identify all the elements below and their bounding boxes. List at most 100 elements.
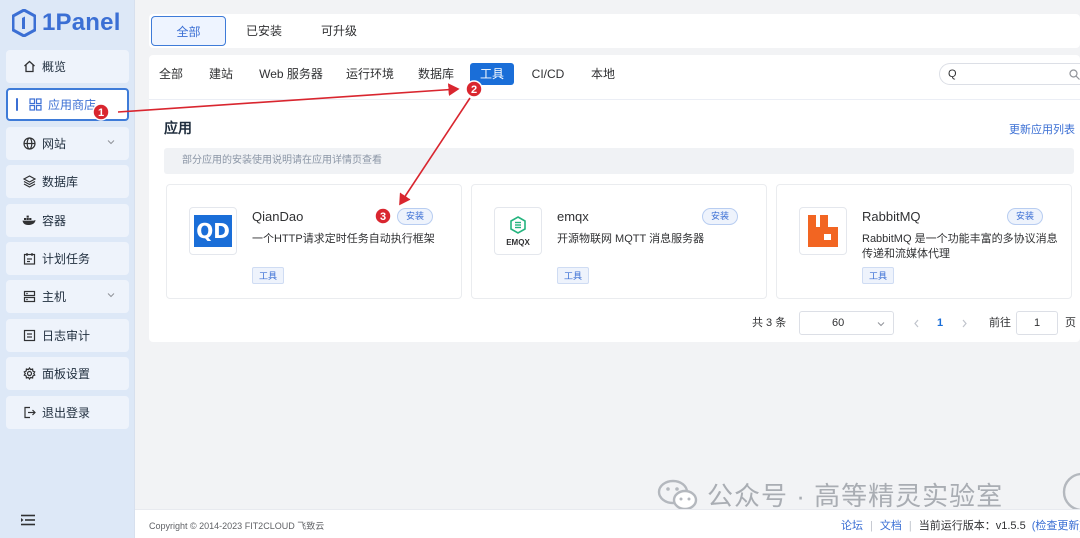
app-description: 一个HTTP请求定时任务自动执行框架 [252, 233, 435, 245]
rabbitmq-logo-icon [808, 215, 838, 247]
chevron-down-icon [877, 322, 885, 327]
search-input[interactable]: Q [939, 63, 1080, 85]
gear-icon [22, 367, 36, 381]
sidebar-item-settings[interactable]: 面板设置 [6, 357, 129, 391]
chevron-down-icon [107, 293, 115, 298]
emqx-hexagon-icon [510, 215, 526, 234]
search-input-value: Q [948, 68, 957, 80]
sidebar-item-host[interactable]: 主机 [6, 280, 129, 314]
layers-icon [22, 175, 36, 189]
tab-upgradable[interactable]: 可升级 [309, 16, 369, 46]
sidebar-menu: 概览 应用商店 网站 数据库 容器 计划任务 主机 日志审计 面板设置 退出登录 [6, 50, 129, 434]
install-button[interactable]: 安装 [1007, 208, 1043, 225]
app-logo [799, 207, 847, 255]
goto-page-input[interactable]: 1 [1016, 311, 1058, 335]
tab-installed[interactable]: 已安装 [234, 16, 294, 46]
sidebar-item-label: 日志审计 [42, 328, 91, 343]
brand-logo[interactable]: 1Panel [12, 8, 121, 38]
1panel-logo-icon [12, 9, 36, 37]
goto-label: 前往 [989, 317, 1011, 329]
page-suffix: 页 [1065, 317, 1076, 329]
app-card-emqx[interactable]: EMQX emqx 安装 开源物联网 MQTT 消息服务器 工具 [471, 184, 767, 299]
sidebar-item-website[interactable]: 网站 [6, 126, 129, 160]
qiandao-logo-icon: QD [194, 215, 232, 247]
emqx-logo-text: EMQX [506, 237, 530, 247]
collapse-menu-icon[interactable] [20, 514, 36, 526]
floating-badge [1062, 472, 1080, 512]
server-icon [22, 290, 36, 304]
filter-tools[interactable]: 工具 [470, 63, 514, 85]
sidebar-item-log-audit[interactable]: 日志审计 [6, 318, 129, 352]
grid-icon [28, 98, 42, 112]
log-icon [22, 328, 36, 342]
sidebar-item-cronjob[interactable]: 计划任务 [6, 241, 129, 275]
docker-icon [22, 213, 36, 227]
sidebar-item-logout[interactable]: 退出登录 [6, 395, 129, 429]
app-description: RabbitMQ 是一个功能丰富的多协议消息传递和流媒体代理 [862, 233, 1058, 260]
app-card-qiandao[interactable]: QD QianDao 安装 一个HTTP请求定时任务自动执行框架 工具 [166, 184, 462, 299]
filter-cicd[interactable]: CI/CD [526, 63, 570, 85]
logout-icon [22, 405, 36, 419]
chevron-down-icon [107, 139, 115, 144]
category-filters: 全部 建站 Web 服务器 运行环境 数据库 工具 CI/CD 本地 Q [149, 55, 1080, 100]
app-card-rabbitmq[interactable]: RabbitMQ 安装 RabbitMQ 是一个功能丰富的多协议消息传递和流媒体… [776, 184, 1072, 299]
app-name: RabbitMQ [862, 209, 921, 224]
version-label: 当前运行版本：v1.5.5 [918, 520, 1026, 532]
current-page[interactable]: 1 [937, 312, 943, 334]
sidebar-item-label: 主机 [42, 290, 67, 305]
emqx-logo-icon: EMQX [506, 215, 530, 247]
app-logo: QD [189, 207, 237, 255]
app-store-panel: 全部 建站 Web 服务器 运行环境 数据库 工具 CI/CD 本地 Q 应用 … [149, 55, 1080, 342]
filter-database[interactable]: 数据库 [415, 63, 457, 85]
pagination-total: 共 3 条 [752, 317, 787, 329]
sidebar-item-label: 退出登录 [42, 405, 91, 420]
watermark-text: 公众号 · 高等精灵实验室 [707, 481, 1004, 511]
sidebar-item-label: 计划任务 [42, 251, 91, 266]
docs-link[interactable]: 文档 [880, 520, 902, 532]
page-size-value: 60 [832, 317, 845, 329]
next-page-icon[interactable] [961, 319, 968, 328]
home-icon [22, 60, 36, 74]
filter-web-server[interactable]: Web 服务器 [255, 63, 327, 85]
section-title: 应用 [164, 120, 192, 136]
search-icon[interactable] [1069, 69, 1080, 80]
sidebar-item-label: 容器 [42, 213, 67, 228]
app-tag: 工具 [862, 267, 894, 284]
sidebar-item-label: 面板设置 [42, 367, 91, 382]
prev-page-icon[interactable] [913, 319, 920, 328]
install-button[interactable]: 安装 [397, 208, 433, 225]
brand-name: 1Panel [42, 9, 121, 36]
sidebar-item-label: 网站 [42, 136, 67, 151]
filter-runtime[interactable]: 运行环境 [342, 63, 398, 85]
forum-link[interactable]: 论坛 [841, 520, 863, 532]
tab-all[interactable]: 全部 [151, 16, 226, 46]
sidebar-item-label: 应用商店 [48, 98, 97, 113]
app-name: emqx [557, 209, 589, 224]
wechat-watermark: 公众号 · 高等精灵实验室 [657, 476, 1003, 513]
refresh-app-list-link[interactable]: 更新应用列表 [1009, 121, 1075, 137]
sidebar-item-container[interactable]: 容器 [6, 203, 129, 237]
sidebar-item-label: 数据库 [42, 175, 79, 190]
sidebar-item-app-store[interactable]: 应用商店 [6, 88, 129, 122]
page-size-select[interactable]: 60 [799, 311, 894, 335]
globe-icon [22, 136, 36, 150]
sidebar: 1Panel 概览 应用商店 网站 数据库 容器 计划任务 主机 日志审计 面板… [0, 0, 135, 538]
app-logo: EMQX [494, 207, 542, 255]
sidebar-item-database[interactable]: 数据库 [6, 165, 129, 199]
filter-all[interactable]: 全部 [155, 63, 187, 85]
calendar-icon [22, 251, 36, 265]
app-description: 开源物联网 MQTT 消息服务器 [557, 233, 705, 245]
install-notice: 部分应用的安装使用说明请在应用详情页查看 [164, 148, 1074, 174]
check-update-link[interactable]: (检查更新) [1032, 520, 1080, 532]
install-button[interactable]: 安装 [702, 208, 738, 225]
copyright-text: Copyright © 2014-2023 FIT2CLOUD 飞致云 [149, 521, 325, 531]
sidebar-item-overview[interactable]: 概览 [6, 50, 129, 83]
sidebar-item-label: 概览 [42, 60, 67, 74]
wechat-icon [657, 479, 698, 510]
app-tag: 工具 [557, 267, 589, 284]
footer: Copyright © 2014-2023 FIT2CLOUD 飞致云 论坛 | 文… [135, 509, 1080, 538]
footer-links: 论坛 | 文档 | 当前运行版本：v1.5.5 (检查更新) [841, 517, 1080, 533]
app-tag: 工具 [252, 267, 284, 284]
filter-local[interactable]: 本地 [583, 63, 623, 85]
filter-website[interactable]: 建站 [205, 63, 237, 85]
